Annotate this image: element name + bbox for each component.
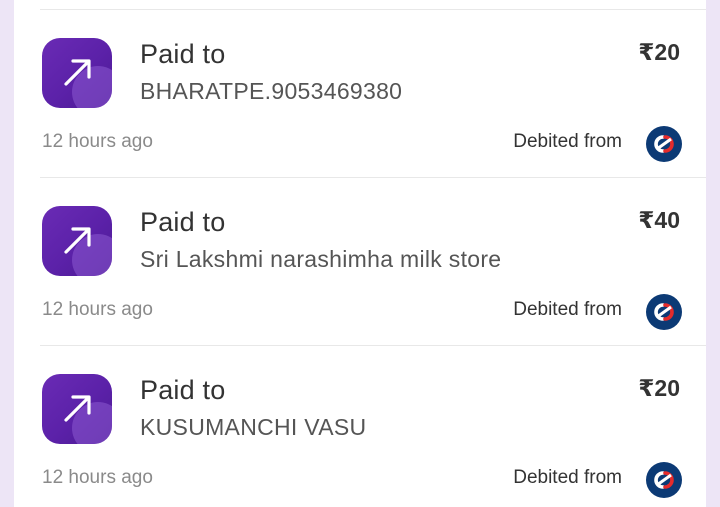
transaction-row[interactable]: Paid to BHARATPE.9053469380 ₹20 12 hours… <box>40 10 706 178</box>
debited-from-label: Debited from <box>513 467 622 488</box>
paid-to-label: Paid to <box>140 207 226 237</box>
arrow-up-right-icon <box>42 38 112 108</box>
arrow-up-right-icon <box>42 206 112 276</box>
timestamp: 12 hours ago <box>42 131 153 152</box>
transaction-history-panel: Paid to BHARATPE.9053469380 ₹20 12 hours… <box>14 0 706 507</box>
timestamp: 12 hours ago <box>42 467 153 488</box>
amount: ₹40 <box>638 207 680 233</box>
timestamp: 12 hours ago <box>42 299 153 320</box>
arrow-up-right-icon <box>42 374 112 444</box>
payee-name: Sri Lakshmi narashimha milk store <box>140 246 502 272</box>
amount: ₹20 <box>638 39 680 65</box>
paid-to-label: Paid to <box>140 39 226 69</box>
paid-to-label: Paid to <box>140 375 226 405</box>
bank-logo-icon <box>646 462 682 498</box>
debited-from-label: Debited from <box>513 131 622 152</box>
amount: ₹20 <box>638 375 680 401</box>
payee-name: KUSUMANCHI VASU <box>140 414 367 440</box>
transaction-row[interactable]: Paid to KUSUMANCHI VASU ₹20 12 hours ago… <box>40 346 706 507</box>
bank-logo-icon <box>646 126 682 162</box>
bank-logo-icon <box>646 294 682 330</box>
debited-from-label: Debited from <box>513 299 622 320</box>
transaction-row[interactable]: Paid to Sri Lakshmi narashimha milk stor… <box>40 178 706 346</box>
payee-name: BHARATPE.9053469380 <box>140 78 403 104</box>
